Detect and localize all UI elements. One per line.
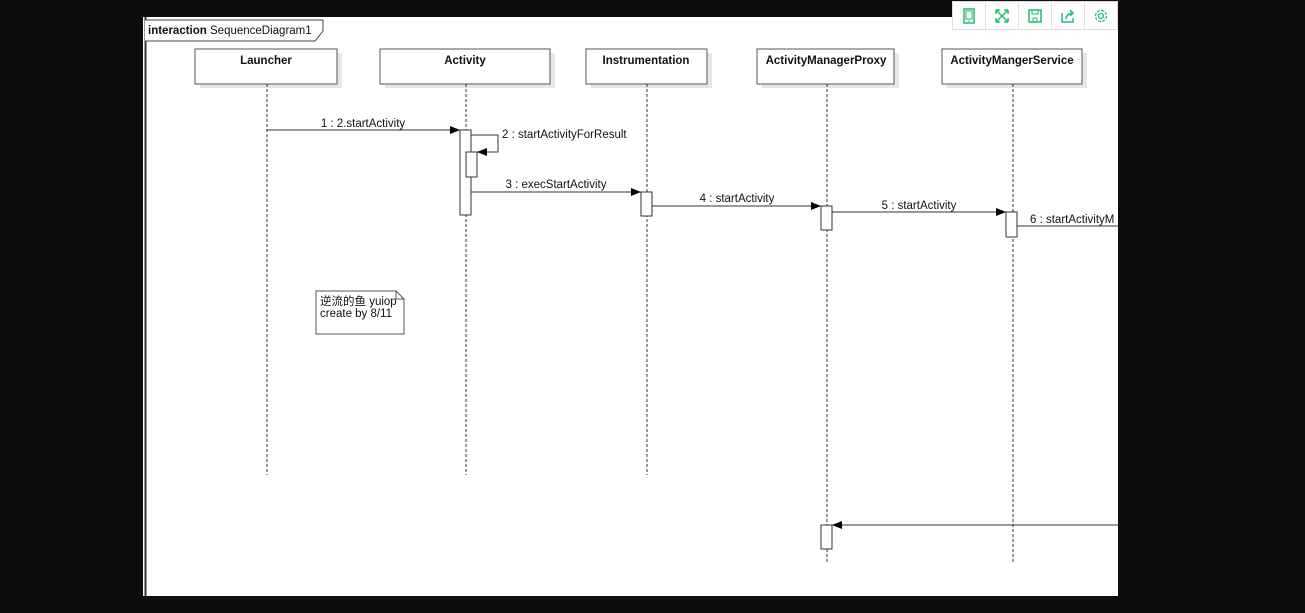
svg-text:1 : 2.startActivity: 1 : 2.startActivity [321, 118, 406, 130]
message-4[interactable]: 4 : startActivity [652, 193, 821, 210]
activation-bar [1005, 211, 1018, 238]
settings-icon [1094, 9, 1108, 22]
diagram-toolbar [952, 1, 1118, 30]
message-3[interactable]: 3 : execStartActivity [471, 179, 641, 196]
tablet-view-button[interactable] [953, 2, 986, 29]
fullscreen-icon [995, 8, 1009, 23]
lifeline-activity[interactable]: Activity [379, 48, 555, 475]
activation-bar [465, 151, 478, 178]
svg-text:Launcher: Launcher [240, 55, 292, 67]
share-icon [1061, 8, 1075, 23]
svg-text:Activity: Activity [444, 55, 486, 67]
frame-title: interaction SequenceDiagram1 [148, 25, 312, 37]
message-2[interactable]: 2 : startActivityForResult [471, 129, 627, 156]
svg-text:ActivityManagerProxy: ActivityManagerProxy [766, 55, 887, 67]
svg-text:create by 8/11: create by 8/11 [320, 308, 392, 320]
message-6[interactable]: 6 : startActivityM [1017, 214, 1118, 227]
lifeline-instrumentation[interactable]: Instrumentation [585, 48, 712, 475]
save-icon [1028, 8, 1042, 23]
svg-text:Instrumentation: Instrumentation [603, 55, 690, 67]
activation-bar [820, 205, 833, 231]
diagram-canvas: interaction SequenceDiagram1 Launcher Ac… [143, 17, 1118, 596]
lifeline-activitymangerservice[interactable]: ActivityMangerService [941, 48, 1087, 562]
svg-text:逆流的鱼 yuiop: 逆流的鱼 yuiop [320, 294, 397, 308]
settings-button[interactable] [1085, 2, 1117, 29]
svg-text:3 : execStartActivity: 3 : execStartActivity [506, 179, 607, 191]
share-button[interactable] [1052, 2, 1085, 29]
svg-text:6 : startActivityM: 6 : startActivityM [1030, 214, 1114, 226]
svg-text:4 : startActivity: 4 : startActivity [700, 193, 775, 205]
fullscreen-button[interactable] [986, 2, 1019, 29]
lifeline-activitymanagerproxy[interactable]: ActivityManagerProxy [756, 48, 899, 562]
save-button[interactable] [1019, 2, 1052, 29]
note[interactable]: 逆流的鱼 yuiop create by 8/11 [315, 290, 405, 335]
svg-text:2 : startActivityForResult: 2 : startActivityForResult [502, 129, 627, 141]
activation-bar [820, 524, 833, 550]
message-1[interactable]: 1 : 2.startActivity [267, 118, 460, 134]
sequence-diagram: interaction SequenceDiagram1 Launcher Ac… [144, 17, 1118, 596]
lifeline-launcher[interactable]: Launcher [194, 48, 342, 475]
svg-text:5 : startActivity: 5 : startActivity [882, 200, 957, 212]
message-5[interactable]: 5 : startActivity [832, 200, 1006, 216]
svg-text:ActivityMangerService: ActivityMangerService [950, 55, 1073, 67]
activation-bar [640, 191, 653, 217]
tablet-icon [963, 7, 975, 24]
